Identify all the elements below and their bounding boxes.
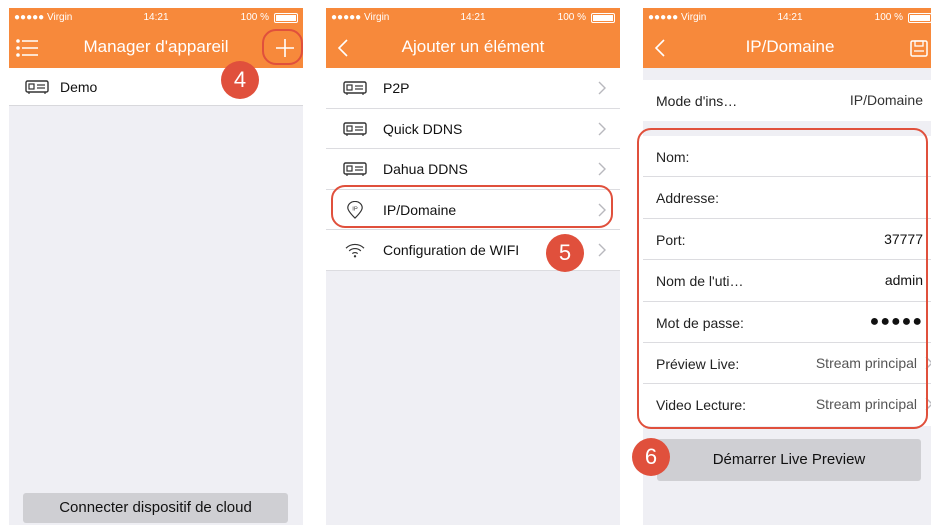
battery-icon (591, 13, 615, 23)
add-button-highlight (262, 29, 303, 65)
mode-row[interactable]: Mode d'ins… IP/Domaine (643, 80, 931, 121)
status-bar: ●●●●● Virgin 14:21 100 % (326, 8, 620, 28)
chevron-right-icon (598, 81, 606, 95)
add-item-dahua-ddns[interactable]: Dahua DDNS (326, 149, 620, 190)
battery-label: 100 % (557, 12, 586, 23)
dvr-icon (343, 162, 367, 176)
wifi-icon (345, 243, 365, 258)
nav-bar: Ajouter un élément (326, 28, 620, 68)
connect-cloud-button[interactable]: Connecter dispositif de cloud (23, 493, 288, 523)
step-badge-5: 5 (546, 234, 584, 272)
page-title: IP/Domaine (745, 37, 835, 56)
device-manager-screen: ●●●●● Virgin 14:21 100 % Manager d'appar… (9, 8, 303, 525)
back-chevron-icon[interactable] (649, 36, 673, 60)
ip-domain-highlight (331, 185, 613, 228)
page-title: Manager d'appareil (83, 37, 229, 56)
dvr-icon (343, 121, 367, 136)
menu-list-icon[interactable] (15, 37, 39, 59)
chevron-right-icon (598, 122, 606, 135)
chevron-right-icon (598, 243, 606, 257)
nav-bar: IP/Domaine (643, 28, 931, 68)
save-icon[interactable] (907, 36, 931, 60)
form-highlight (637, 128, 928, 429)
battery-icon (274, 13, 298, 23)
mode-section: Mode d'ins… IP/Domaine (643, 80, 931, 122)
start-live-preview-button[interactable]: Démarrer Live Preview (657, 439, 921, 481)
battery-label: 100 % (874, 12, 903, 23)
battery-label: 100 % (240, 12, 269, 23)
status-bar: ●●●●● Virgin 14:21 100 % (643, 8, 931, 28)
add-item-label: Dahua DDNS (383, 161, 468, 177)
step-badge-6: 6 (632, 438, 670, 476)
page-title: Ajouter un élément (401, 37, 545, 56)
device-name: Demo (60, 79, 98, 95)
mode-label: Mode d'ins… (656, 93, 738, 109)
dvr-icon (343, 81, 367, 95)
device-list-item[interactable]: Demo (9, 68, 303, 106)
dvr-icon (25, 80, 49, 94)
status-bar: ●●●●● Virgin 14:21 100 % (9, 8, 303, 28)
add-item-label: Configuration de WIFI (383, 242, 520, 258)
add-item-quick-ddns[interactable]: Quick DDNS (326, 109, 620, 149)
chevron-right-icon (598, 162, 606, 176)
nav-bar: Manager d'appareil (9, 28, 303, 68)
back-chevron-icon[interactable] (332, 36, 356, 60)
mode-value: IP/Domaine (849, 92, 923, 108)
battery-icon (908, 13, 931, 23)
step-badge-4: 4 (221, 61, 259, 99)
add-item-p2p[interactable]: P2P (326, 68, 620, 109)
add-item-label: Quick DDNS (383, 120, 463, 137)
add-item-label: P2P (383, 80, 410, 96)
